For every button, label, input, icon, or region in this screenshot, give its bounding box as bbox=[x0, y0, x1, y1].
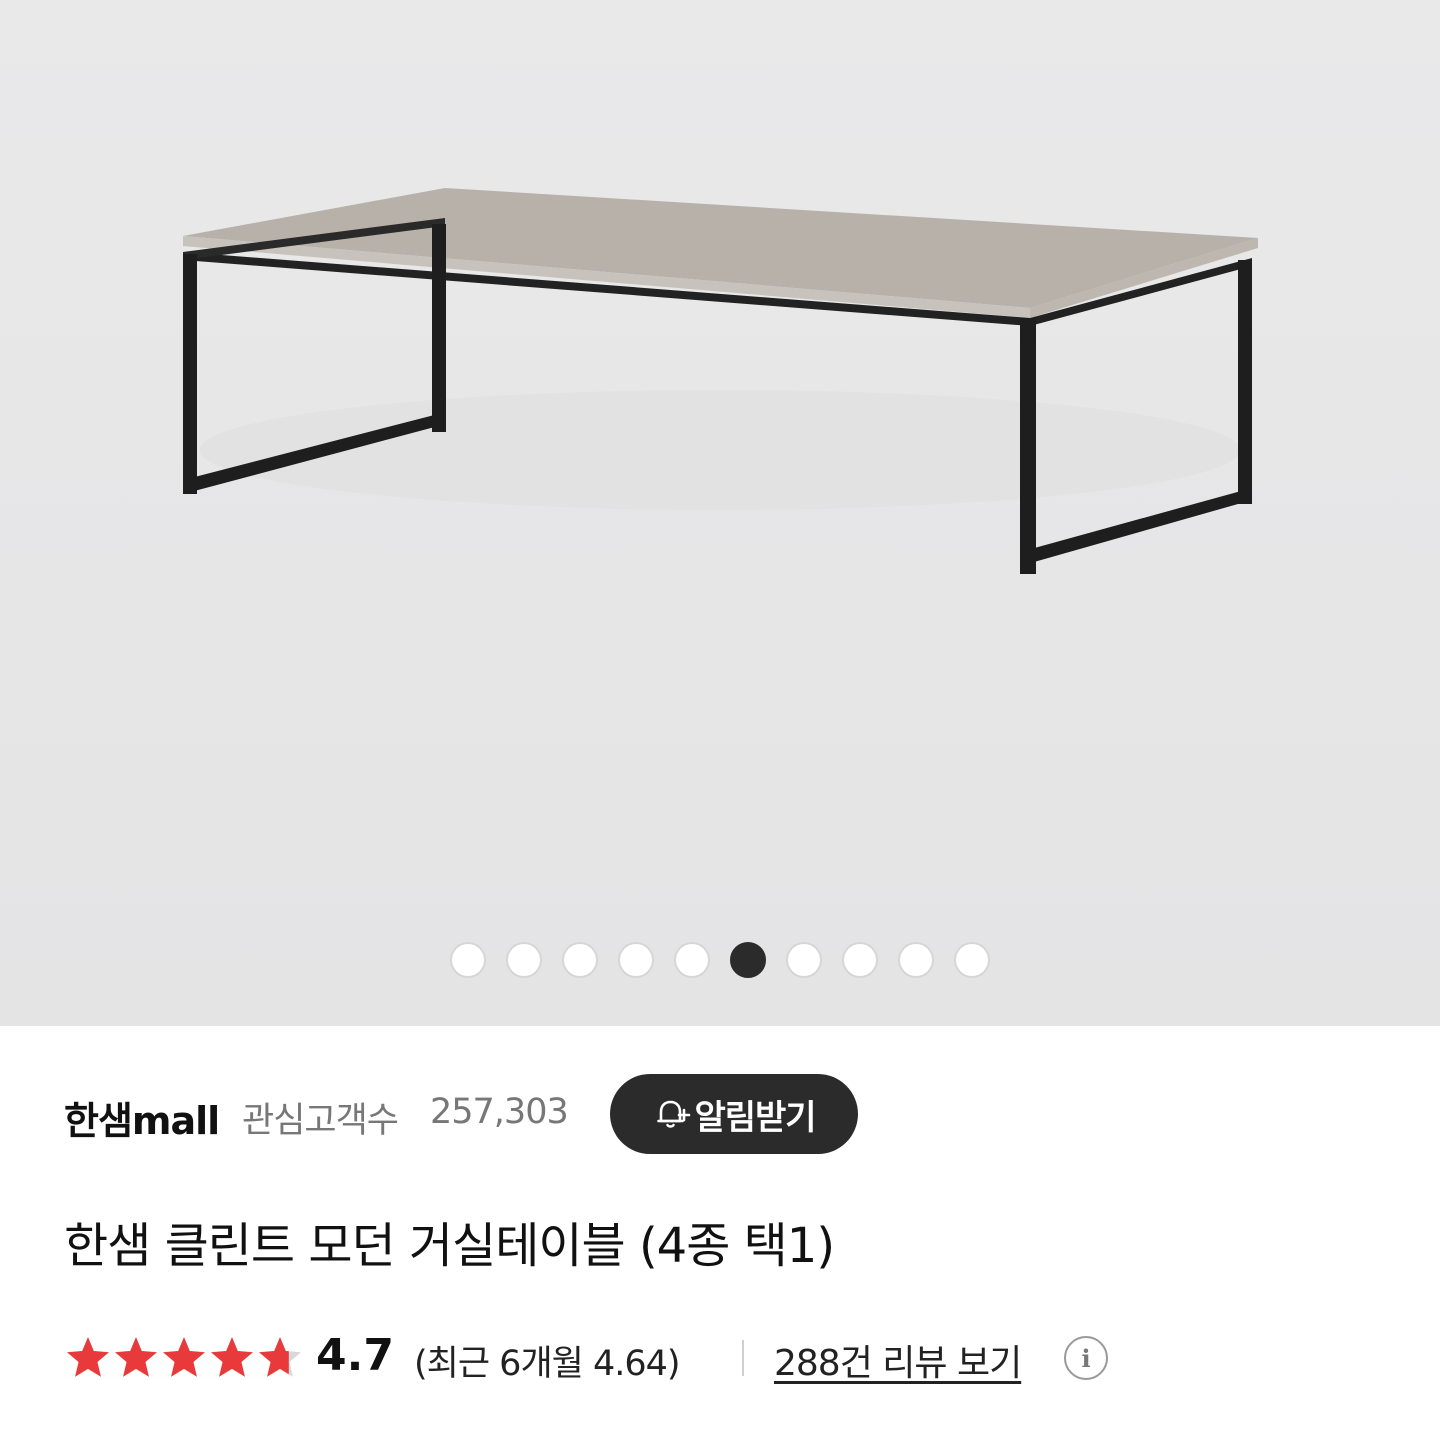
notify-button-label: 알림받기 bbox=[694, 1097, 816, 1138]
carousel-dot[interactable] bbox=[954, 942, 990, 978]
recent-rating: (최근 6개월 4.64) bbox=[414, 1344, 681, 1384]
product-title: 한샘 클린트 모던 거실테이블 (4종 택1) bbox=[64, 1218, 835, 1274]
rating-score: 4.7 bbox=[316, 1330, 394, 1381]
carousel-dot[interactable] bbox=[618, 942, 654, 978]
carousel-dot[interactable] bbox=[450, 942, 486, 978]
star-filled-icon bbox=[115, 1337, 157, 1377]
carousel-dot[interactable] bbox=[506, 942, 542, 978]
seller-name[interactable]: 한샘mall bbox=[64, 1090, 220, 1145]
follower-count: 257,303 bbox=[430, 1092, 569, 1132]
rating-row: 4.7 (최근 6개월 4.64) 288건 리뷰 보기 i bbox=[64, 1326, 1364, 1386]
carousel-dot[interactable] bbox=[898, 942, 934, 978]
coffee-table-image bbox=[183, 188, 1258, 574]
carousel-dot[interactable] bbox=[674, 942, 710, 978]
bell-plus-icon bbox=[657, 1100, 691, 1128]
info-icon[interactable]: i bbox=[1064, 1336, 1108, 1380]
carousel-dot[interactable] bbox=[842, 942, 878, 978]
star-filled-icon bbox=[211, 1337, 253, 1377]
star-filled-icon bbox=[163, 1337, 205, 1377]
carousel-dot[interactable] bbox=[730, 942, 766, 978]
star-rating bbox=[67, 1337, 301, 1377]
carousel-dot[interactable] bbox=[786, 942, 822, 978]
product-info: 한샘mall 관심고객수 257,303 알림받기 한샘 클린트 모던 거실테이… bbox=[0, 1026, 1440, 1434]
review-link[interactable]: 288건 리뷰 보기 bbox=[774, 1334, 1022, 1386]
seller-row: 한샘mall 관심고객수 257,303 알림받기 bbox=[64, 1074, 1364, 1154]
product-image-gallery[interactable] bbox=[0, 0, 1440, 1026]
carousel-dot[interactable] bbox=[562, 942, 598, 978]
carousel-dots bbox=[0, 942, 1440, 978]
star-filled-icon bbox=[67, 1337, 109, 1377]
follower-label: 관심고객수 bbox=[242, 1101, 399, 1141]
divider bbox=[742, 1340, 744, 1376]
notify-button[interactable]: 알림받기 bbox=[610, 1074, 858, 1154]
